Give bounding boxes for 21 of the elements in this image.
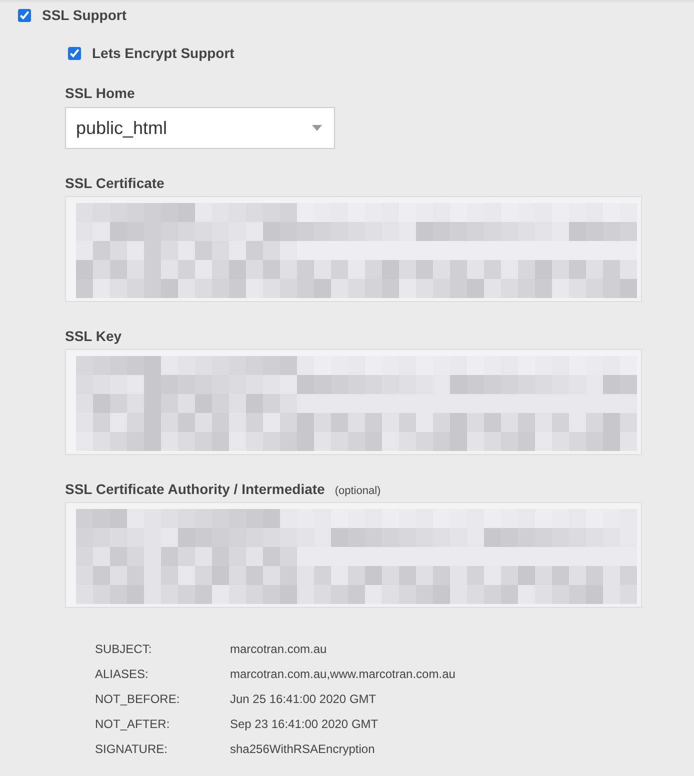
ssl-support-checkbox[interactable] [18, 8, 31, 22]
detail-value: marcotran.com.au,www.marcotran.com.au [230, 667, 456, 683]
ssl-home-dropdown[interactable]: public_html [65, 107, 335, 149]
ssl-support-label: SSL Support [42, 7, 127, 23]
detail-label: SUBJECT: [95, 642, 153, 658]
textarea-label: SSL Certificate Authority / Intermediate [65, 481, 325, 497]
detail-label: SIGNATURE: [95, 742, 168, 758]
detail-value: sha256WithRSAEncryption [230, 742, 375, 758]
detail-label: NOT_BEFORE: [95, 692, 181, 708]
textarea-label: SSL Certificate [65, 175, 164, 191]
detail-label: ALIASES: [95, 667, 150, 683]
detail-value: Sep 23 16:41:00 2020 GMT [230, 717, 378, 733]
detail-value: Jun 25 16:41:00 2020 GMT [230, 692, 376, 708]
detail-value: marcotran.com.au [230, 642, 327, 658]
lets-encrypt-checkbox[interactable] [68, 46, 81, 60]
ssl-home-label: SSL Home [65, 85, 136, 101]
detail-label: NOT_AFTER: [95, 717, 171, 733]
optional-note: (optional) [334, 485, 381, 497]
textarea-label: SSL Key [65, 328, 122, 344]
caret-icon [312, 125, 322, 131]
lets-encrypt-label: Lets Encrypt Support [92, 45, 234, 61]
